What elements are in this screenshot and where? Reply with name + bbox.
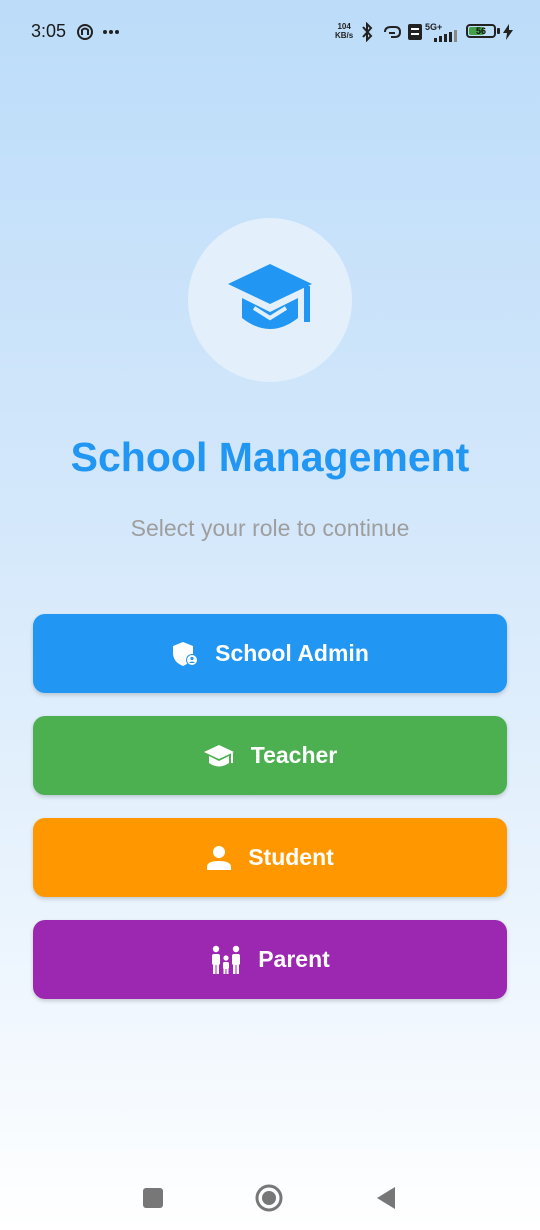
signal-icon (434, 30, 457, 42)
logo-circle (188, 218, 352, 382)
page-subtitle: Select your role to continue (130, 515, 410, 541)
home-circle-icon[interactable] (255, 1184, 283, 1212)
person-icon (207, 845, 232, 870)
school-admin-button[interactable]: School Admin (33, 614, 507, 693)
net-speed-value: 104 (337, 22, 351, 31)
net-speed: 104 KB/s (335, 22, 353, 40)
teacher-button[interactable]: Teacher (33, 716, 507, 795)
more-icon (103, 30, 119, 34)
graduation-cap-icon (228, 264, 312, 329)
status-time: 3:05 (31, 21, 67, 41)
school-admin-label: School Admin (215, 640, 369, 666)
recents-square-icon[interactable] (142, 1187, 164, 1209)
status-bar: 3:05 104 KB/s 5G+ 56 (0, 0, 540, 64)
parent-button[interactable]: Parent (33, 920, 507, 999)
bluetooth-icon (362, 22, 373, 42)
charging-icon (503, 24, 513, 40)
student-label: Student (248, 844, 334, 870)
net-speed-unit: KB/s (335, 31, 354, 40)
teacher-label: Teacher (250, 742, 338, 768)
student-button[interactable]: Student (33, 818, 507, 897)
battery-level: 56 (475, 26, 486, 36)
sync-icon (77, 24, 93, 40)
admin-shield-icon (173, 641, 199, 666)
back-triangle-icon[interactable] (375, 1186, 397, 1210)
parent-label: Parent (258, 946, 330, 972)
hotspot-icon (384, 26, 402, 38)
battery-tip (497, 28, 500, 34)
family-icon (212, 945, 241, 974)
system-nav-bar (0, 1160, 540, 1230)
battery-icon: 56 (466, 24, 496, 38)
graduation-cap-icon (203, 744, 234, 766)
volte-icon (408, 24, 422, 40)
page-title: School Management (70, 434, 470, 480)
